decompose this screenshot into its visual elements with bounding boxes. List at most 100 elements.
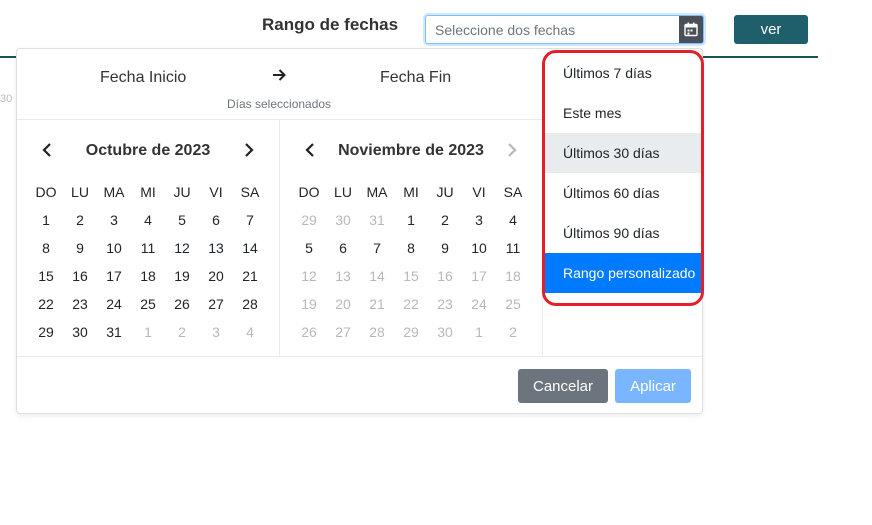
day-cell[interactable]: 24 (97, 290, 131, 318)
day-cell[interactable]: 20 (199, 262, 233, 290)
month-title: Octubre de 2023 (85, 142, 211, 159)
day-cell-other-month[interactable]: 25 (496, 290, 530, 318)
day-cell[interactable]: 16 (63, 262, 97, 290)
day-cell[interactable]: 2 (428, 206, 462, 234)
day-cell[interactable]: 11 (131, 234, 165, 262)
day-cell[interactable]: 5 (292, 234, 326, 262)
end-date-label: Fecha Fin (380, 69, 452, 86)
range-last-30-days[interactable]: Últimos 30 días (545, 133, 701, 173)
day-cell-other-month[interactable]: 24 (462, 290, 496, 318)
day-cell-other-month[interactable]: 29 (394, 318, 428, 346)
day-cell-other-month[interactable]: 14 (360, 262, 394, 290)
day-cell[interactable]: 30 (63, 318, 97, 346)
date-range-input[interactable]: Seleccione dos fechas (425, 15, 704, 44)
weekday-header: MI (403, 184, 419, 200)
range-last-90-days[interactable]: Últimos 90 días (545, 213, 701, 253)
day-cell[interactable]: 28 (233, 290, 267, 318)
day-cell-other-month[interactable]: 13 (326, 262, 360, 290)
day-cell-other-month[interactable]: 31 (360, 206, 394, 234)
footer-separator (17, 356, 702, 357)
day-cell-other-month[interactable]: 15 (394, 262, 428, 290)
range-last-7-days[interactable]: Últimos 7 días (545, 53, 701, 93)
day-cell-other-month[interactable]: 26 (292, 318, 326, 346)
day-cell-other-month[interactable]: 1 (131, 318, 165, 346)
day-cell-other-month[interactable]: 28 (360, 318, 394, 346)
day-cell[interactable]: 9 (63, 234, 97, 262)
day-cell-other-month[interactable]: 23 (428, 290, 462, 318)
selected-days-label: Días seleccionados (227, 97, 332, 111)
day-cell-other-month[interactable]: 3 (199, 318, 233, 346)
day-cell[interactable]: 4 (496, 206, 530, 234)
day-cell[interactable]: 8 (29, 234, 63, 262)
day-cell[interactable]: 10 (97, 234, 131, 262)
month-title: Noviembre de 2023 (338, 142, 484, 159)
day-cell[interactable]: 13 (199, 234, 233, 262)
day-cell-other-month[interactable]: 1 (462, 318, 496, 346)
day-cell[interactable]: 5 (165, 206, 199, 234)
day-cell[interactable]: 12 (165, 234, 199, 262)
day-cell[interactable]: 2 (63, 206, 97, 234)
day-cell[interactable]: 18 (131, 262, 165, 290)
weekday-header: JU (173, 184, 191, 200)
weekday-header: VI (472, 184, 486, 200)
day-cell-other-month[interactable]: 30 (326, 206, 360, 234)
day-cell[interactable]: 27 (199, 290, 233, 318)
day-cell[interactable]: 7 (360, 234, 394, 262)
day-cell[interactable]: 19 (165, 262, 199, 290)
day-cell[interactable]: 1 (394, 206, 428, 234)
day-cell-other-month[interactable]: 12 (292, 262, 326, 290)
weekday-header: LU (71, 184, 89, 200)
day-cell[interactable]: 14 (233, 234, 267, 262)
day-cell[interactable]: 22 (29, 290, 63, 318)
day-cell[interactable]: 9 (428, 234, 462, 262)
day-cell-other-month[interactable]: 29 (292, 206, 326, 234)
day-cell[interactable]: 11 (496, 234, 530, 262)
day-cell-other-month[interactable]: 20 (326, 290, 360, 318)
day-cell[interactable]: 10 (462, 234, 496, 262)
day-cell-other-month[interactable]: 30 (428, 318, 462, 346)
weekday-header: MI (140, 184, 156, 200)
day-cell[interactable]: 6 (199, 206, 233, 234)
day-cell[interactable]: 23 (63, 290, 97, 318)
day-cell[interactable]: 25 (131, 290, 165, 318)
next-month-icon[interactable] (242, 142, 256, 158)
day-cell[interactable]: 31 (97, 318, 131, 346)
day-cell-other-month[interactable]: 17 (462, 262, 496, 290)
view-button[interactable]: ver (734, 15, 808, 44)
day-cell-other-month[interactable]: 22 (394, 290, 428, 318)
range-custom[interactable]: Rango personalizado (545, 253, 701, 293)
day-cell-other-month[interactable]: 21 (360, 290, 394, 318)
day-cell[interactable]: 3 (462, 206, 496, 234)
day-cell[interactable]: 7 (233, 206, 267, 234)
day-cell[interactable]: 3 (97, 206, 131, 234)
weekday-header: DO (298, 184, 320, 200)
weekday-header: VI (209, 184, 223, 200)
day-cell-other-month[interactable]: 2 (496, 318, 530, 346)
day-cell[interactable]: 15 (29, 262, 63, 290)
apply-button[interactable]: Aplicar (615, 369, 691, 403)
day-cell-other-month[interactable]: 18 (496, 262, 530, 290)
day-cell-other-month[interactable]: 16 (428, 262, 462, 290)
day-cell-other-month[interactable]: 27 (326, 318, 360, 346)
day-cell[interactable]: 29 (29, 318, 63, 346)
day-cell[interactable]: 21 (233, 262, 267, 290)
day-cell[interactable]: 1 (29, 206, 63, 234)
day-cell[interactable]: 6 (326, 234, 360, 262)
range-last-60-days[interactable]: Últimos 60 días (545, 173, 701, 213)
header-separator (17, 119, 543, 120)
background-text: 30 (0, 93, 13, 105)
cancel-button[interactable]: Cancelar (518, 369, 608, 403)
next-month-icon (505, 142, 519, 158)
day-cell[interactable]: 17 (97, 262, 131, 290)
preset-ranges-list: Últimos 7 días Este mes Últimos 30 días … (542, 50, 704, 306)
day-cell[interactable]: 8 (394, 234, 428, 262)
weekday-header: MA (103, 184, 125, 200)
range-this-month[interactable]: Este mes (545, 93, 701, 133)
day-cell-other-month[interactable]: 4 (233, 318, 267, 346)
day-cell-other-month[interactable]: 2 (165, 318, 199, 346)
day-cell[interactable]: 26 (165, 290, 199, 318)
day-cell-other-month[interactable]: 19 (292, 290, 326, 318)
arrow-right-icon (271, 67, 287, 88)
day-cell[interactable]: 4 (131, 206, 165, 234)
calendar-icon[interactable] (679, 16, 703, 43)
